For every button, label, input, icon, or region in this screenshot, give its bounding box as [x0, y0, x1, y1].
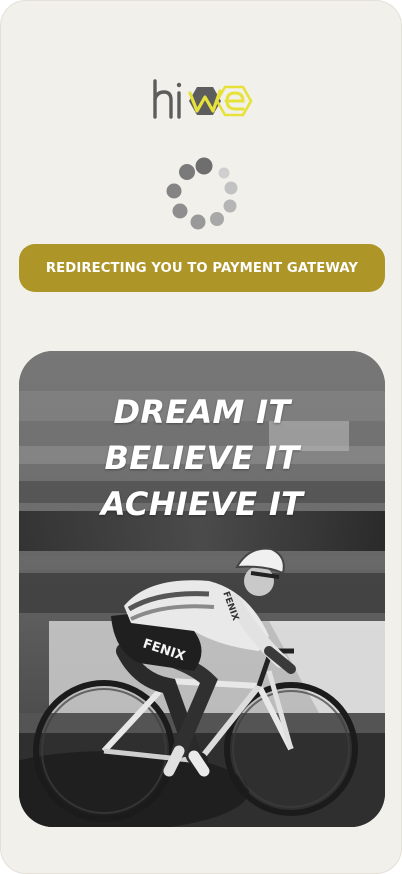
slogan-line-2: BELIEVE IT — [104, 439, 300, 477]
hero-image-card: FENIX FENIX DREAM IT BELIEVE IT ACHIEVE … — [19, 351, 385, 827]
slogan-line-3: ACHIEVE IT — [100, 485, 304, 523]
loading-spinner-icon — [166, 157, 238, 230]
slogan-line-1: DREAM IT — [113, 393, 291, 431]
redirect-status-banner: REDIRECTING YOU TO PAYMENT GATEWAY — [19, 244, 385, 292]
motivational-slogan: DREAM IT BELIEVE IT ACHIEVE IT — [19, 389, 385, 527]
hiwe-logo — [153, 79, 253, 119]
redirect-status-text: REDIRECTING YOU TO PAYMENT GATEWAY — [45, 260, 359, 276]
app-screen: REDIRECTING YOU TO PAYMENT GATEWAY FENIX… — [0, 0, 402, 874]
